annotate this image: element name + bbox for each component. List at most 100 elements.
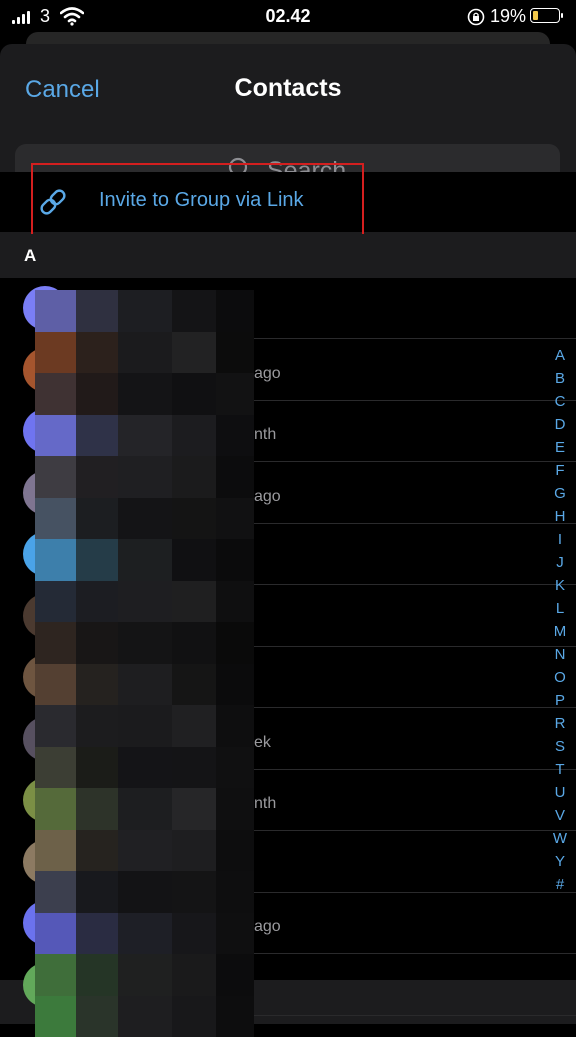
pixel-cell: [118, 581, 172, 623]
pixel-cell: [216, 664, 254, 706]
pixel-cell: [172, 664, 216, 706]
pixel-cell: [35, 332, 76, 374]
pixel-cell: [172, 871, 216, 913]
index-letter[interactable]: J: [548, 551, 572, 574]
pixel-cell: [216, 498, 254, 540]
index-letter[interactable]: U: [548, 781, 572, 804]
pixel-cell: [118, 415, 172, 457]
index-letter[interactable]: D: [548, 413, 572, 436]
pixel-cell: [118, 913, 172, 955]
pixel-cell: [118, 830, 172, 872]
cancel-button[interactable]: Cancel: [25, 76, 100, 104]
pixel-cell: [172, 705, 216, 747]
index-letter[interactable]: N: [548, 643, 572, 666]
index-letter[interactable]: L: [548, 597, 572, 620]
pixel-cell: [35, 705, 76, 747]
contact-last-seen: ago: [254, 488, 281, 506]
contact-last-seen: nth: [254, 795, 276, 813]
index-letter[interactable]: F: [548, 459, 572, 482]
pixel-cell: [35, 788, 76, 830]
pixel-cell: [172, 498, 216, 540]
pixel-cell: [76, 664, 118, 706]
pixel-cell: [216, 954, 254, 996]
pixel-cell: [216, 332, 254, 374]
pixel-cell: [216, 622, 254, 664]
pixel-cell: [76, 581, 118, 623]
pixel-cell: [76, 498, 118, 540]
pixel-cell: [118, 290, 172, 332]
battery-level: [533, 11, 538, 20]
index-letter[interactable]: W: [548, 827, 572, 850]
pixel-cell: [35, 664, 76, 706]
pixel-cell: [172, 332, 216, 374]
index-letter[interactable]: V: [548, 804, 572, 827]
pixel-cell: [216, 373, 254, 415]
pixel-cell: [216, 456, 254, 498]
pixel-cell: [35, 415, 76, 457]
contact-last-seen: ek: [254, 734, 271, 752]
index-letter[interactable]: I: [548, 528, 572, 551]
pixel-cell: [35, 913, 76, 955]
pixel-cell: [76, 373, 118, 415]
index-letter[interactable]: C: [548, 390, 572, 413]
index-letter[interactable]: O: [548, 666, 572, 689]
index-letter[interactable]: Y: [548, 850, 572, 873]
pixel-cell: [35, 996, 76, 1037]
pixel-cell: [216, 581, 254, 623]
pixel-cell: [216, 871, 254, 913]
pixel-cell: [76, 913, 118, 955]
pixel-cell: [118, 747, 172, 789]
pixel-cell: [172, 996, 216, 1037]
pixel-cell: [76, 788, 118, 830]
index-letter[interactable]: M: [548, 620, 572, 643]
pixel-cell: [216, 788, 254, 830]
pixel-cell: [118, 332, 172, 374]
contact-last-seen: ago: [254, 918, 281, 936]
pixel-cell: [76, 622, 118, 664]
index-letter[interactable]: T: [548, 758, 572, 781]
index-letter[interactable]: P: [548, 689, 572, 712]
section-header: A: [0, 234, 576, 278]
section-index[interactable]: ABCDEFGHIJKLMNOPRSTUVWY#: [548, 344, 572, 896]
battery-percentage: 19%: [490, 6, 526, 27]
pixel-cell: [76, 456, 118, 498]
pixel-cell: [76, 954, 118, 996]
pixel-cell: [172, 830, 216, 872]
pixel-cell: [118, 539, 172, 581]
pixel-cell: [76, 415, 118, 457]
status-bar: 3 02.42 19%: [0, 0, 576, 34]
pixel-cell: [35, 871, 76, 913]
pixel-cell: [118, 871, 172, 913]
index-letter[interactable]: R: [548, 712, 572, 735]
contact-last-seen: ago: [254, 365, 281, 383]
index-letter[interactable]: H: [548, 505, 572, 528]
index-letter[interactable]: A: [548, 344, 572, 367]
battery-icon: [530, 8, 560, 23]
orientation-lock-icon: [466, 7, 486, 32]
pixel-cell: [216, 415, 254, 457]
pixel-cell: [76, 747, 118, 789]
index-letter[interactable]: S: [548, 735, 572, 758]
pixel-cell: [118, 456, 172, 498]
pixel-cell: [216, 290, 254, 332]
pixel-cell: [118, 996, 172, 1037]
pixel-cell: [216, 830, 254, 872]
pixel-cell: [216, 996, 254, 1037]
index-letter[interactable]: E: [548, 436, 572, 459]
pixel-cell: [216, 747, 254, 789]
index-letter[interactable]: G: [548, 482, 572, 505]
pixel-cell: [35, 373, 76, 415]
index-letter[interactable]: B: [548, 367, 572, 390]
pixel-cell: [118, 705, 172, 747]
pixel-cell: [216, 539, 254, 581]
pixel-cell: [35, 581, 76, 623]
pixel-cell: [35, 747, 76, 789]
pixel-cell: [76, 290, 118, 332]
index-letter[interactable]: #: [548, 873, 572, 896]
pixel-cell: [172, 788, 216, 830]
pixel-cell: [35, 498, 76, 540]
index-letter[interactable]: K: [548, 574, 572, 597]
pixel-cell: [172, 373, 216, 415]
pixel-cell: [35, 456, 76, 498]
pixel-cell: [172, 290, 216, 332]
